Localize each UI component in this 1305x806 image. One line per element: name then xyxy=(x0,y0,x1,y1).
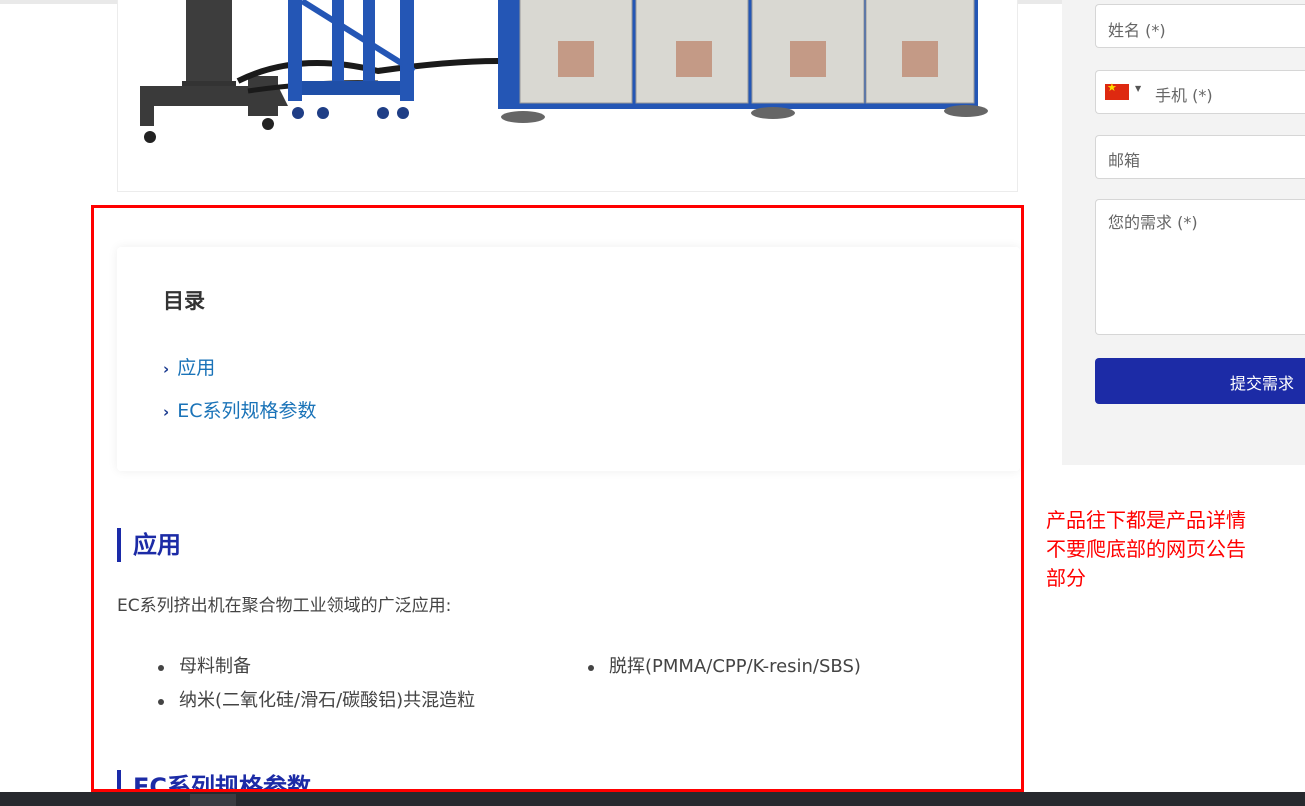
product-image-card xyxy=(117,0,1018,192)
request-placeholder: 您的需求 (*) xyxy=(1108,213,1198,232)
name-placeholder: 姓名 (*) xyxy=(1108,21,1166,40)
caret-down-icon[interactable]: ▼ xyxy=(1135,84,1141,93)
annotation-note: 产品往下都是产品详情 不要爬底部的网页公告 部分 xyxy=(1046,508,1246,590)
submit-button[interactable]: 提交需求 xyxy=(1095,358,1305,404)
extruder-machine-image xyxy=(140,0,988,143)
email-field[interactable]: 邮箱 xyxy=(1095,135,1305,179)
email-placeholder: 邮箱 xyxy=(1108,151,1141,170)
name-field[interactable]: 姓名 (*) xyxy=(1095,4,1305,48)
china-flag-icon[interactable]: ★ xyxy=(1105,81,1129,100)
highlight-frame xyxy=(91,205,1024,792)
phone-field[interactable]: ★ ▼ 手机 (*) xyxy=(1095,70,1305,114)
request-textarea[interactable]: 您的需求 (*) xyxy=(1095,199,1305,335)
submit-label: 提交需求 xyxy=(1230,374,1295,393)
phone-placeholder: 手机 (*) xyxy=(1155,86,1213,105)
taskbar-item[interactable] xyxy=(190,794,236,806)
taskbar xyxy=(0,792,1305,806)
